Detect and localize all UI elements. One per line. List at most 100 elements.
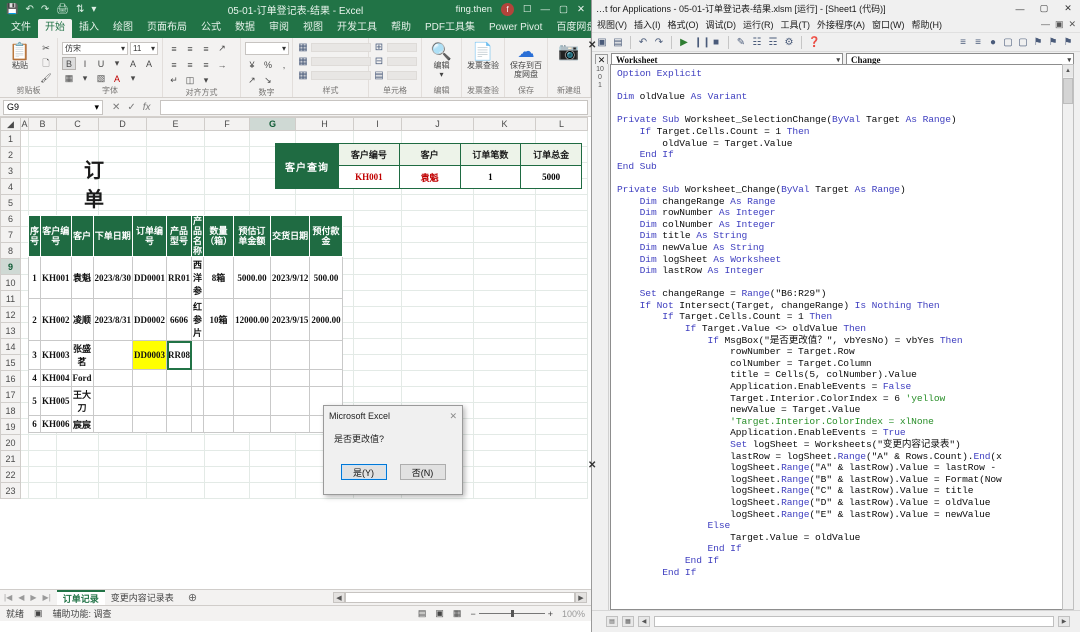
font-size-box[interactable]: 11 ▾ (130, 42, 158, 55)
scroll-right-icon[interactable]: ▶ (575, 592, 587, 603)
table-cell[interactable]: DD0003 (132, 340, 168, 370)
grid-cell[interactable] (353, 338, 402, 355)
table-cell[interactable] (203, 340, 235, 370)
ribbon-tab-insert[interactable]: 插入 (72, 19, 106, 38)
decrease-decimal-icon[interactable]: ↘ (261, 74, 275, 87)
chevron-down-icon[interactable]: ▾ (126, 72, 140, 85)
row-header-14[interactable]: 14 (0, 338, 21, 355)
table-cell[interactable] (92, 340, 134, 370)
grid-cell[interactable] (473, 322, 536, 339)
grid-cell[interactable] (353, 290, 402, 307)
table-row[interactable]: 4 KH004 Ford (27, 369, 343, 387)
name-box[interactable]: G9 ▾ (3, 99, 103, 115)
grid-cell[interactable] (473, 338, 536, 355)
sheet-tab-change-log[interactable]: 变更内容记录表 (105, 590, 180, 605)
grid-cell[interactable] (204, 146, 250, 163)
column-header-K[interactable]: K (473, 117, 536, 131)
code-text[interactable]: Option Explicit Dim oldValue As Variant … (611, 65, 1073, 578)
grid-cell[interactable] (401, 386, 474, 403)
vba-close-button[interactable]: ✕ (1056, 1, 1080, 17)
enter-formula-icon[interactable]: ✓ (127, 102, 135, 113)
grid-row[interactable]: 22 (0, 466, 588, 483)
horizontal-scrollbar[interactable]: ◀ ▶ (333, 592, 591, 603)
table-cell[interactable]: 4 (27, 369, 42, 387)
insert-cells-button[interactable]: ⊞ (373, 42, 417, 53)
comment-block-icon[interactable]: ▢ (1002, 37, 1014, 48)
vba-menu-tools[interactable]: 工具(T) (781, 18, 811, 31)
grid-cell[interactable] (401, 274, 474, 291)
shrink-font-button[interactable]: A (142, 57, 156, 70)
align-right-icon[interactable]: ≡ (199, 58, 213, 71)
code-scroll-left-icon[interactable]: ◀ (638, 616, 650, 627)
row-header-22[interactable]: 22 (0, 466, 21, 483)
full-module-view-icon[interactable]: ▦ (622, 616, 634, 627)
excel-overlay-close-icon[interactable]: ✕ (588, 40, 596, 51)
grid-cell[interactable] (535, 418, 588, 435)
merge-cells-icon[interactable]: ◫ (183, 74, 197, 87)
procedure-view-icon[interactable]: ▤ (606, 616, 618, 627)
grid-cell[interactable] (401, 210, 474, 227)
record-macro-icon[interactable]: ▣ (34, 608, 43, 619)
pause-icon[interactable]: ❙❙ (694, 37, 711, 48)
table-cell[interactable]: 12000.00 (233, 298, 271, 341)
grid-cell[interactable] (535, 386, 588, 403)
grid-cell[interactable] (353, 306, 402, 323)
grid-cell[interactable] (473, 242, 536, 259)
bookmark-icon[interactable]: ⚑ (1032, 37, 1044, 48)
grid-cell[interactable] (204, 162, 250, 179)
grid-cell[interactable] (473, 354, 536, 371)
vba-menu-format[interactable]: 格式(O) (668, 18, 699, 31)
row-header-23[interactable]: 23 (0, 482, 21, 499)
undo-icon[interactable]: ↶ (25, 4, 33, 15)
table-cell[interactable]: 王大刀 (70, 386, 94, 416)
nav-first-icon[interactable]: |◀ (4, 593, 12, 602)
ribbon-tab-view[interactable]: 视图 (296, 19, 330, 38)
grid-cell[interactable] (535, 370, 588, 387)
grid-cell[interactable] (353, 386, 402, 403)
grid-cell[interactable] (535, 434, 588, 451)
grid-cell[interactable] (473, 434, 536, 451)
column-header-E[interactable]: E (146, 117, 205, 131)
italic-button[interactable]: I (78, 57, 92, 70)
grid-cell[interactable] (353, 322, 402, 339)
row-header-21[interactable]: 21 (0, 450, 21, 467)
row-header-3[interactable]: 3 (0, 162, 21, 179)
undo-icon[interactable]: ↶ (637, 37, 649, 48)
table-cell[interactable]: DD0002 (132, 298, 168, 341)
grid-cell[interactable] (28, 466, 57, 483)
currency-icon[interactable]: ¥ (245, 58, 259, 71)
table-cell[interactable] (269, 340, 311, 370)
grid-cell[interactable] (535, 306, 588, 323)
page-break-preview-icon[interactable]: ▦ (453, 608, 462, 619)
grid-cell[interactable] (295, 194, 354, 211)
project-explorer-icon[interactable]: ☷ (751, 37, 763, 48)
row-header-2[interactable]: 2 (0, 146, 21, 163)
table-cell[interactable] (269, 386, 311, 416)
row-header-8[interactable]: 8 (0, 242, 21, 259)
formula-input[interactable] (159, 99, 588, 115)
increase-decimal-icon[interactable]: ↗ (245, 74, 259, 87)
row-header-20[interactable]: 20 (0, 434, 21, 451)
column-header-H[interactable]: H (295, 117, 354, 131)
ribbon-tab-page-layout[interactable]: 页面布局 (140, 19, 194, 38)
view-excel-icon[interactable]: ▣ (596, 37, 608, 48)
grid-cell[interactable] (535, 466, 588, 483)
table-cell[interactable]: KH002 (40, 298, 72, 341)
grid-cell[interactable] (28, 178, 57, 195)
table-cell[interactable]: 2023/8/31 (92, 298, 134, 341)
ribbon-tab-help[interactable]: 帮助 (384, 19, 418, 38)
design-mode-icon[interactable]: ✎ (735, 37, 747, 48)
font-name-box[interactable]: 仿宋 ▾ (62, 42, 128, 55)
table-cell[interactable] (309, 340, 343, 370)
grid-cell[interactable] (473, 226, 536, 243)
toggle-breakpoint-icon[interactable]: ● (987, 37, 999, 48)
table-cell[interactable] (203, 386, 235, 416)
grid-cell[interactable] (56, 482, 99, 499)
vba-minimize-button[interactable]: — (1008, 1, 1032, 17)
copy-icon[interactable]: 🗋 (39, 57, 53, 70)
table-cell[interactable]: KH003 (40, 340, 72, 370)
table-row[interactable]: 5 KH005 王大刀 (27, 386, 343, 416)
normal-view-icon[interactable]: ▤ (418, 608, 427, 619)
grid-cell[interactable] (249, 466, 296, 483)
format-as-table-button[interactable]: ▦ (297, 56, 371, 67)
